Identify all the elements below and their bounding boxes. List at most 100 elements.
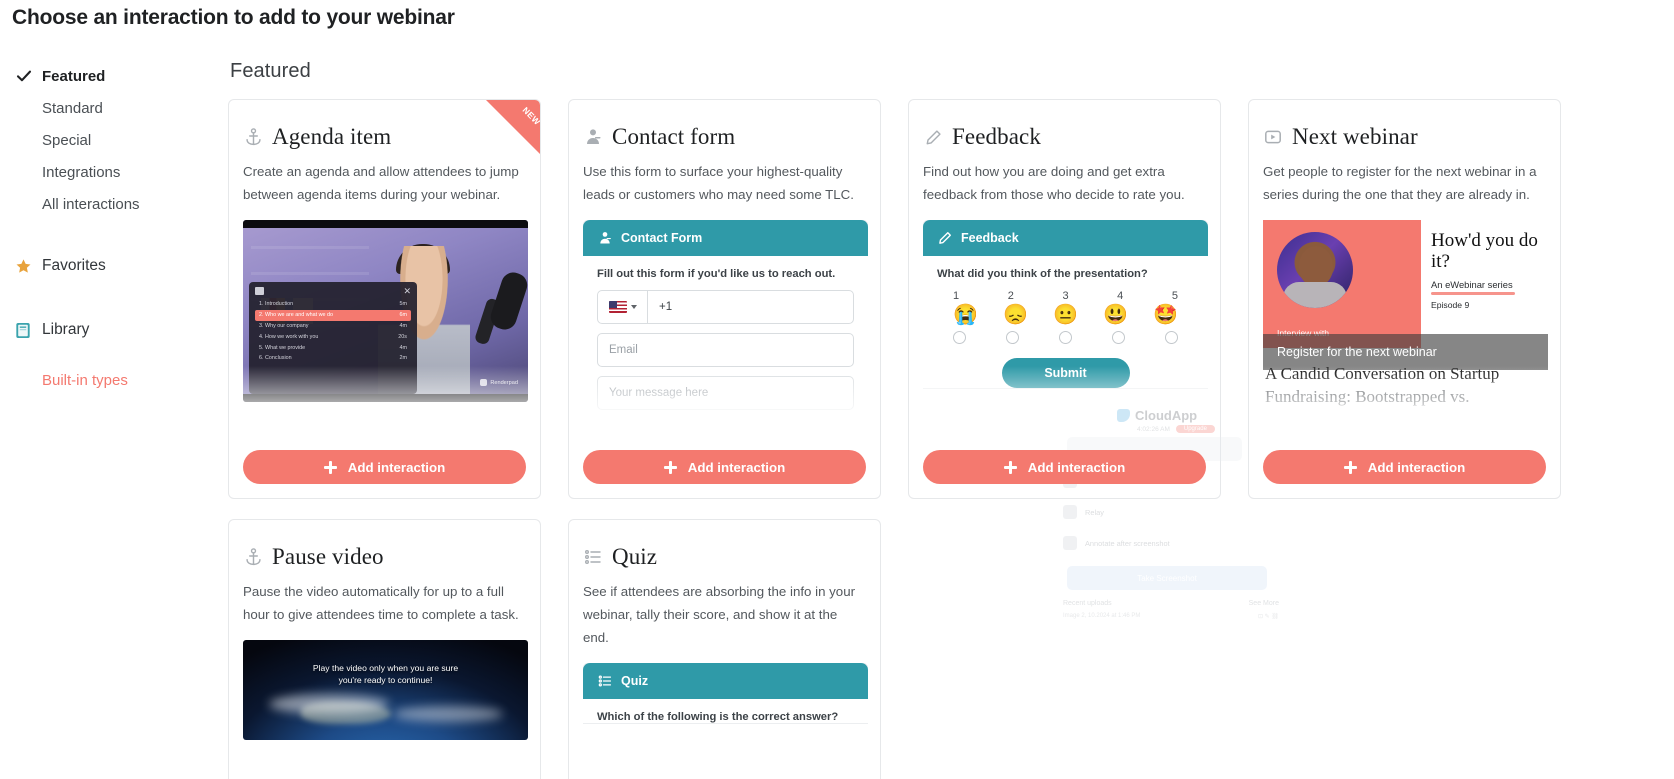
agenda-row: 5. What we provide 4m	[259, 344, 407, 351]
card-title: Agenda item	[272, 124, 392, 149]
message-placeholder: Your message here	[609, 387, 709, 399]
sidebar-item-label: Featured	[42, 67, 106, 85]
interaction-card-pause-video[interactable]: Pause video Pause the video automaticall…	[228, 519, 541, 779]
divider	[1431, 292, 1515, 295]
phone-input[interactable]: +1	[597, 290, 854, 324]
plus-icon	[1003, 460, 1017, 474]
sidebar-item-featured[interactable]: Featured	[0, 60, 222, 92]
radio-option[interactable]	[1112, 331, 1125, 344]
add-interaction-label: Add interaction	[687, 459, 786, 475]
page-title: Choose an interaction to add to your web…	[12, 6, 455, 29]
add-interaction-button[interactable]: Add interaction	[243, 450, 526, 484]
main-content: Featured NEW Agenda item Create an agend…	[228, 60, 1674, 779]
card-description: Pause the video automatically for up to …	[243, 584, 519, 622]
widget-title: Quiz	[621, 674, 649, 688]
add-interaction-button[interactable]: Add interaction	[1263, 450, 1546, 484]
contact-form-widget: Contact Form Fill out this form if you'd…	[583, 220, 868, 416]
sidebar-item-label: Standard	[42, 99, 103, 117]
form-prompt: Fill out this form if you'd like us to r…	[597, 268, 836, 280]
radio-option[interactable]	[953, 331, 966, 344]
quiz-widget: Quiz Which of the following is the corre…	[583, 663, 868, 723]
rating-emojis: 😭 😞 😐 😃 🤩	[937, 305, 1194, 325]
agenda-overlay-panel: ✕ 1. Introduction 5m 2. Who we are and wh…	[249, 282, 417, 394]
caption-line-2: you're ready to continue!	[338, 675, 433, 685]
card-preview-quiz: Quiz Which of the following is the corre…	[583, 663, 868, 779]
sidebar-item-special[interactable]: Special	[0, 124, 222, 156]
rating-radios[interactable]	[937, 331, 1194, 344]
interaction-card-grid: NEW Agenda item Create an agenda and all…	[228, 99, 1674, 779]
submit-button[interactable]: Submit	[1001, 358, 1130, 388]
pencil-icon	[937, 231, 952, 246]
sidebar-item-library[interactable]: Library	[0, 312, 222, 348]
card-preview-feedback: Feedback What did you think of the prese…	[923, 220, 1208, 416]
us-flag-icon	[608, 301, 627, 313]
widget-title: Feedback	[961, 231, 1019, 245]
emoji-icon: 😐	[1053, 304, 1078, 326]
footer-line-2: Fundraising: Bootstrapped vs.	[1265, 387, 1470, 406]
video-thumbnail: ✕ 1. Introduction 5m 2. Who we are and wh…	[243, 220, 528, 402]
agenda-row: 1. Introduction 5m	[259, 301, 407, 308]
headline-panel: How'd you do it? An eWebinar series Epis…	[1421, 220, 1548, 348]
pencil-icon	[923, 126, 943, 148]
contact-icon	[597, 231, 612, 246]
sidebar-item-standard[interactable]: Standard	[0, 92, 222, 124]
chevron-down-icon	[630, 305, 637, 309]
card-preview-agenda: ✕ 1. Introduction 5m 2. Who we are and wh…	[243, 220, 528, 416]
radio-option[interactable]	[1165, 331, 1178, 344]
sidebar-item-label: Integrations	[42, 163, 121, 181]
card-title: Feedback	[952, 124, 1041, 149]
agenda-row: 4. How we work with you 20s	[259, 333, 407, 340]
anchor-icon	[243, 126, 263, 148]
star-icon	[14, 257, 32, 275]
widget-title: Contact Form	[621, 231, 703, 245]
agenda-row: 6. Conclusion 2m	[259, 355, 407, 362]
radio-option[interactable]	[1006, 331, 1019, 344]
emoji-icon: 🤩	[1153, 304, 1178, 326]
email-placeholder: Email	[609, 344, 638, 356]
sidebar-item-integrations[interactable]: Integrations	[0, 156, 222, 188]
register-cta[interactable]: Register for the next webinar	[1263, 334, 1548, 370]
video-caption: Play the video only when you are sure yo…	[243, 662, 528, 686]
earth-video-thumbnail: Play the video only when you are sure yo…	[243, 640, 528, 740]
interaction-card-next-webinar[interactable]: Next webinar Get people to register for …	[1248, 99, 1561, 499]
checklist-icon	[583, 546, 603, 568]
emoji-icon: 😃	[1103, 304, 1128, 326]
plus-icon	[323, 460, 337, 474]
anchor-icon	[243, 546, 263, 568]
card-header: Feedback	[923, 124, 1206, 150]
quiz-question: Which of the following is the correct an…	[597, 711, 839, 723]
section-title: Featured	[230, 60, 311, 82]
book-icon	[14, 321, 32, 339]
caption-line-1: Play the video only when you are sure	[312, 663, 459, 673]
country-select[interactable]	[598, 291, 648, 323]
add-interaction-button[interactable]: Add interaction	[583, 450, 866, 484]
next-webinar-banner: Interview with How'd you do it? An eWebi…	[1263, 220, 1548, 416]
interaction-card-quiz[interactable]: Quiz See if attendees are absorbing the …	[568, 519, 881, 779]
radio-option[interactable]	[1059, 331, 1072, 344]
sidebar-item-label: Favorites	[42, 257, 106, 274]
message-input[interactable]: Your message here	[597, 376, 854, 410]
card-description: Find out how you are doing and get extra…	[923, 164, 1185, 202]
speaker-panel: Interview with	[1263, 220, 1421, 348]
interaction-card-agenda-item[interactable]: NEW Agenda item Create an agenda and all…	[228, 99, 541, 499]
interaction-card-contact-form[interactable]: Contact form Use this form to surface yo…	[568, 99, 881, 499]
widget-header: Quiz	[583, 663, 868, 699]
sidebar-item-favorites[interactable]: Favorites	[0, 248, 222, 284]
card-header: Agenda item	[243, 124, 526, 150]
emoji-icon: 😭	[953, 304, 978, 326]
contact-icon	[583, 126, 603, 148]
plus-icon	[1343, 460, 1357, 474]
emoji-icon: 😞	[1003, 304, 1028, 326]
replay-icon	[1263, 126, 1283, 148]
interaction-card-feedback[interactable]: Feedback Find out how you are doing and …	[908, 99, 1221, 499]
add-interaction-button[interactable]: Add interaction	[923, 450, 1206, 484]
card-title: Next webinar	[1292, 124, 1418, 149]
check-icon	[16, 68, 32, 84]
sidebar-item-all-interactions[interactable]: All interactions	[0, 188, 222, 220]
sidebar-item-built-in-types[interactable]: Built-in types	[0, 372, 222, 389]
widget-header: Feedback	[923, 220, 1208, 256]
email-input[interactable]: Email	[597, 333, 854, 367]
add-interaction-label: Add interaction	[1367, 459, 1466, 475]
card-header: Quiz	[583, 544, 866, 570]
phone-country-code: +1	[659, 301, 673, 313]
